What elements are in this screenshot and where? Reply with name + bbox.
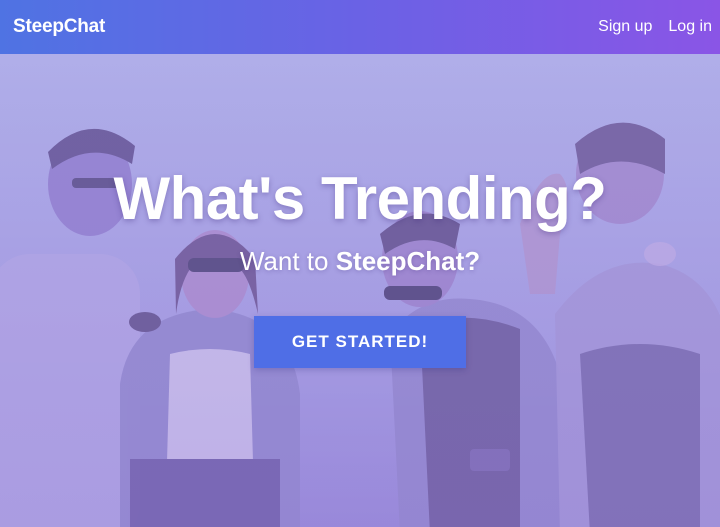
landing-page: SteepChat Sign up Log in What's Trending… — [0, 0, 720, 527]
hero-subtitle-brand: SteepChat? — [335, 246, 481, 276]
hero-section: What's Trending? Want to SteepChat? GET … — [0, 54, 720, 527]
top-navbar: SteepChat Sign up Log in — [0, 0, 720, 54]
get-started-button[interactable]: GET STARTED! — [254, 316, 466, 368]
hero-subtitle: Want to SteepChat? — [0, 244, 720, 278]
sign-up-link[interactable]: Sign up — [598, 18, 652, 36]
hero-color-overlay — [0, 54, 720, 527]
hero-subtitle-prefix: Want to — [239, 246, 336, 276]
brand-logo-link[interactable]: SteepChat — [13, 16, 105, 38]
hero-title: What's Trending? — [113, 165, 607, 232]
log-in-link[interactable]: Log in — [668, 18, 712, 36]
nav-links: Sign up Log in — [598, 18, 712, 36]
